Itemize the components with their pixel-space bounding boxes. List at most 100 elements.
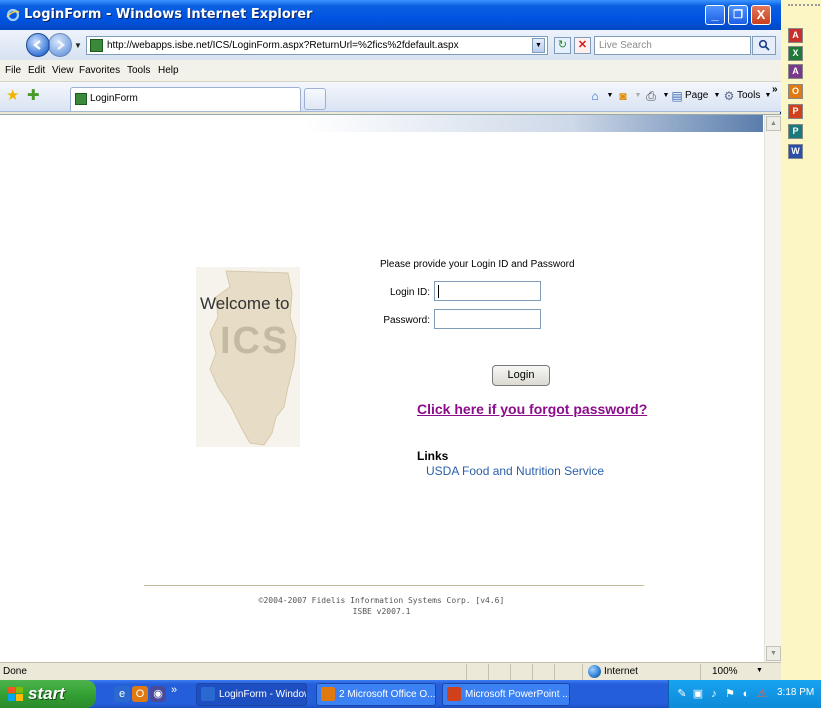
text-cursor	[438, 285, 439, 298]
taskbar-clock[interactable]: 3:18 PM	[777, 687, 814, 698]
task-office-outlook[interactable]: 2 Microsoft Office O...	[316, 683, 436, 706]
address-url[interactable]: http://webapps.isbe.net/ICS/LoginForm.as…	[107, 40, 459, 51]
status-pane	[466, 664, 467, 680]
ie-icon	[201, 687, 215, 701]
scroll-up-button[interactable]: ▲	[766, 116, 781, 131]
tab-label: LoginForm	[90, 93, 138, 104]
history-dropdown-icon[interactable]: ▼	[74, 41, 82, 50]
tab-loginform[interactable]: LoginForm	[70, 87, 301, 111]
word-icon[interactable]: W	[788, 144, 803, 159]
quicklaunch-media-icon[interactable]: ◉	[150, 686, 166, 702]
zoom-dropdown-icon[interactable]: ▼	[756, 667, 763, 674]
forgot-password-link[interactable]: Click here if you forgot password?	[417, 401, 647, 417]
task-label: 2 Microsoft Office O...	[339, 689, 436, 700]
refresh-button[interactable]: ↻	[554, 37, 571, 54]
feeds-dropdown-icon[interactable]: ▼	[631, 89, 645, 103]
page-favicon-icon	[90, 39, 103, 52]
login-prompt: Please provide your Login ID and Passwor…	[380, 259, 575, 270]
windows-flag-icon	[8, 687, 23, 701]
excel-icon[interactable]: X	[788, 46, 803, 61]
browser-window: LoginForm - Windows Internet Explorer _ …	[0, 0, 781, 680]
home-dropdown-icon[interactable]: ▼	[603, 89, 617, 103]
menu-tools[interactable]: Tools	[127, 65, 150, 76]
print-icon[interactable]: ⎙	[644, 89, 658, 103]
tray-security-icon[interactable]: ⚑	[723, 687, 737, 701]
add-favorite-icon[interactable]: ✚	[27, 88, 43, 104]
ics-logo-text: ICS	[220, 320, 290, 362]
outlook-icon	[321, 687, 335, 701]
minimize-button[interactable]: _	[705, 5, 725, 25]
menu-help[interactable]: Help	[158, 65, 179, 76]
status-text: Done	[3, 666, 27, 677]
header-strip	[0, 115, 763, 132]
internet-zone-icon	[588, 665, 601, 678]
new-tab-button[interactable]	[304, 88, 326, 110]
footer-copyright: ©2004-2007 Fidelis Information Systems C…	[258, 596, 505, 605]
tray-alert-icon[interactable]: ⚠	[755, 687, 769, 701]
address-dropdown-button[interactable]: ▼	[532, 38, 545, 53]
status-pane	[554, 664, 555, 680]
security-zone[interactable]: Internet	[604, 666, 638, 677]
vertical-scrollbar[interactable]: ▲ ▼	[764, 115, 781, 663]
menu-edit[interactable]: Edit	[28, 65, 45, 76]
back-button[interactable]	[26, 33, 50, 57]
tray-pen-icon[interactable]: ✎	[675, 687, 689, 701]
publisher-icon[interactable]: P	[788, 124, 803, 139]
quicklaunch-overflow-icon[interactable]: »	[168, 682, 180, 698]
footer-version: ISBE v2007.1	[352, 607, 411, 616]
home-icon[interactable]: ⌂	[588, 89, 602, 103]
shortcut-bar-grip[interactable]	[788, 4, 820, 8]
status-pane	[532, 664, 533, 680]
access-icon[interactable]: A	[788, 64, 803, 79]
task-label: LoginForm - Windows...	[219, 689, 306, 700]
tray-update-icon[interactable]: ◐	[739, 687, 753, 701]
zoom-level[interactable]: 100%	[712, 666, 738, 677]
forward-button[interactable]	[48, 33, 72, 57]
favorites-star-icon[interactable]: ★	[6, 88, 22, 104]
menu-view[interactable]: View	[52, 65, 74, 76]
task-powerpoint[interactable]: Microsoft PowerPoint ...	[442, 683, 570, 706]
tray-network-icon[interactable]: ▣	[691, 687, 705, 701]
ie-logo-icon	[6, 8, 20, 22]
page-menu-button[interactable]: Page	[685, 90, 708, 101]
quicklaunch-ie-icon[interactable]: e	[114, 686, 130, 702]
login-id-field[interactable]	[434, 281, 541, 301]
password-field[interactable]	[434, 309, 541, 329]
quicklaunch-outlook-icon[interactable]: O	[132, 686, 148, 702]
scroll-down-button[interactable]: ▼	[766, 646, 781, 661]
search-input[interactable]: Live Search	[594, 36, 751, 55]
windows-taskbar: start e O ◉ » LoginForm - Windows... 2 M…	[0, 680, 821, 708]
acrobat-icon[interactable]: A	[788, 28, 803, 43]
menu-favorites[interactable]: Favorites	[79, 65, 120, 76]
start-button[interactable]: start	[0, 680, 96, 708]
address-bar[interactable]: http://webapps.isbe.net/ICS/LoginForm.as…	[86, 36, 548, 55]
tab-favicon-icon	[75, 93, 87, 105]
password-label: Password:	[383, 315, 430, 326]
usda-link[interactable]: USDA Food and Nutrition Service	[426, 464, 604, 478]
outlook-icon[interactable]: O	[788, 84, 803, 99]
welcome-text: Welcome to	[200, 294, 290, 313]
stop-button[interactable]: ✕	[574, 37, 591, 54]
close-button[interactable]: X	[751, 5, 771, 25]
feeds-icon[interactable]: ◙	[616, 89, 630, 103]
maximize-button[interactable]: ❐	[728, 5, 748, 25]
powerpoint-icon[interactable]: P	[788, 104, 803, 119]
magnifier-icon	[758, 39, 770, 51]
system-tray: ✎ ▣ ♪ ⚑ ◐ ⚠ 3:18 PM	[668, 680, 821, 708]
page-icon: ▤	[671, 89, 683, 103]
task-loginform[interactable]: LoginForm - Windows...	[196, 683, 307, 706]
login-button[interactable]: Login	[492, 365, 550, 386]
title-bar[interactable]: LoginForm - Windows Internet Explorer _ …	[0, 0, 781, 30]
status-pane	[510, 664, 511, 680]
powerpoint-icon	[447, 687, 461, 701]
office-shortcut-bar: A X A O P P W	[782, 0, 821, 680]
command-overflow-icon[interactable]: »	[772, 84, 778, 95]
search-button[interactable]	[752, 36, 776, 55]
tools-menu-button[interactable]: Tools	[737, 90, 760, 101]
navigation-bar: ▼ http://webapps.isbe.net/ICS/LoginForm.…	[0, 30, 781, 60]
tray-volume-icon[interactable]: ♪	[707, 687, 721, 701]
menu-file[interactable]: File	[5, 65, 21, 76]
footer-divider	[144, 585, 644, 586]
back-arrow-icon	[33, 40, 41, 50]
status-pane	[582, 664, 583, 680]
